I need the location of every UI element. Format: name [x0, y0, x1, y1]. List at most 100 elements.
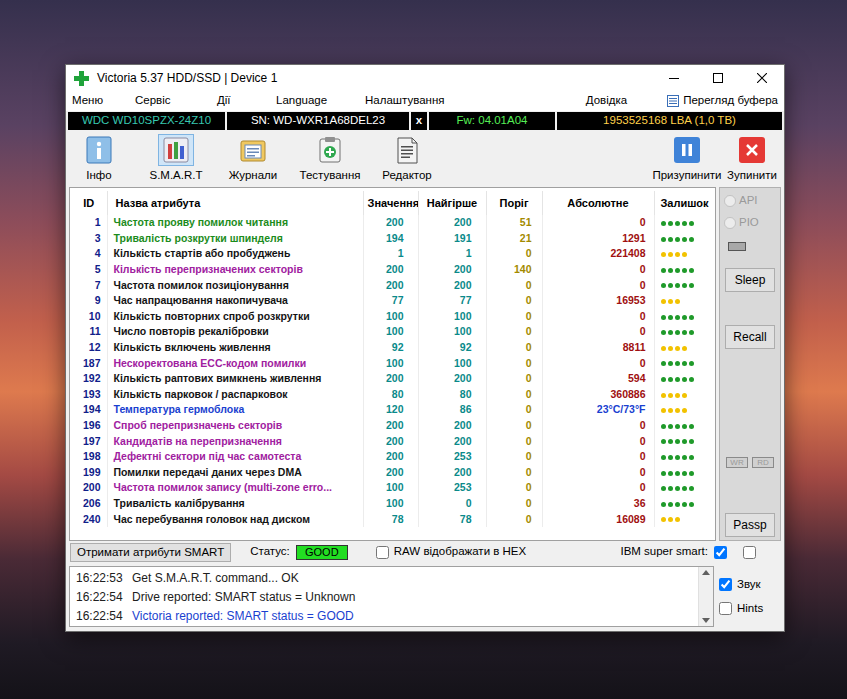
- health-dot: [689, 221, 694, 226]
- hex-label: RAW відображати в HEX: [394, 543, 526, 560]
- toolbar-button[interactable]: Тестування: [297, 134, 363, 183]
- column-header[interactable]: Абсолютне: [542, 191, 654, 215]
- health-dot: [668, 393, 673, 398]
- menu-item[interactable]: Language: [276, 92, 365, 109]
- attribute-raw-cell: 0: [542, 480, 654, 496]
- table-row[interactable]: 200Частота помилок запису (multi-zone er…: [71, 480, 715, 496]
- side-button[interactable]: Sleep: [725, 268, 775, 292]
- column-header[interactable]: ID: [71, 191, 107, 215]
- scroll-down-icon[interactable]: [702, 618, 710, 623]
- column-header[interactable]: Назва атрибута: [107, 191, 363, 215]
- menu-item[interactable]: Меню: [72, 92, 135, 109]
- hex-option[interactable]: RAW відображати в HEX: [376, 543, 526, 560]
- table-row[interactable]: 4Кількість стартів або пробуджень1102214…: [71, 246, 715, 262]
- attribute-value: 100: [363, 309, 418, 325]
- log-scrollbar[interactable]: [698, 567, 713, 626]
- table-row[interactable]: 187Нескоректована ECC-кодом помилки10010…: [71, 355, 715, 371]
- table-row[interactable]: 5Кількість перепризначених секторів20020…: [71, 262, 715, 278]
- attribute-threshold: 0: [486, 402, 542, 418]
- help-menu[interactable]: Довідка: [586, 92, 627, 109]
- attribute-name-cell: Частота помилок позиціонування: [107, 277, 363, 293]
- attribute-raw: 360886: [610, 388, 645, 400]
- log-options: Звук Hints: [719, 566, 781, 627]
- column-header[interactable]: Залишок: [654, 191, 715, 215]
- maximize-icon[interactable]: [696, 65, 740, 91]
- attribute-id: 10: [71, 309, 107, 325]
- menu-item[interactable]: Дії: [217, 92, 276, 109]
- table-row[interactable]: 11Число повторів рекалібровки10010000: [71, 324, 715, 340]
- device-close-button[interactable]: x: [411, 112, 427, 130]
- log-option[interactable]: Hints: [719, 600, 781, 617]
- column-header[interactable]: Значення: [363, 191, 418, 215]
- attribute-raw-cell: 0: [542, 355, 654, 371]
- side-panel: APIPIOSleepRecallWRRDPassp: [719, 187, 781, 541]
- toolbar-button[interactable]: S.M.A.R.T: [143, 134, 209, 183]
- menu-item[interactable]: Налаштування: [365, 92, 444, 109]
- extra-option[interactable]: [743, 546, 756, 559]
- scroll-up-icon[interactable]: [702, 570, 710, 575]
- table-row[interactable]: 7Частота помилок позиціонування20020000: [71, 277, 715, 293]
- health-meter: [661, 455, 694, 460]
- health-meter: [661, 471, 694, 476]
- side-button[interactable]: Recall: [725, 325, 775, 349]
- health-dot: [661, 502, 666, 507]
- table-row[interactable]: 206Тривалість калібрування1000036: [71, 496, 715, 512]
- attribute-raw-cell: 1291: [542, 231, 654, 247]
- passp-button[interactable]: Passp: [725, 513, 775, 537]
- toolbar-label: Редактор: [382, 169, 432, 183]
- health-meter: [661, 237, 694, 242]
- pause-button[interactable]: Призупинити: [651, 134, 723, 183]
- log-option[interactable]: Звук: [719, 576, 781, 593]
- extra-checkbox[interactable]: [743, 546, 756, 559]
- health-dot: [689, 471, 694, 476]
- ibm-option[interactable]: IBM super smart:: [620, 543, 727, 560]
- attribute-raw: 0: [640, 466, 646, 478]
- toolbar-button[interactable]: Інфо: [66, 134, 132, 183]
- column-header[interactable]: Найгірше: [418, 191, 486, 215]
- close-icon[interactable]: [740, 65, 784, 91]
- table-row[interactable]: 196Спроб перепризначень секторів20020000: [71, 418, 715, 434]
- table-row[interactable]: 10Кількість повторних спроб розкрутки100…: [71, 309, 715, 325]
- table-row[interactable]: 3Тривалість розкрутки шпинделя1941912112…: [71, 231, 715, 247]
- option-checkbox[interactable]: [719, 602, 732, 615]
- health-dot: [668, 517, 673, 522]
- menu-item[interactable]: Сервіс: [135, 92, 217, 109]
- health-dot: [668, 471, 673, 476]
- table-row[interactable]: 193Кількість парковок / распарковок80800…: [71, 387, 715, 403]
- attribute-value: 120: [363, 402, 418, 418]
- attribute-name: Частота помилок запису (multi-zone erro.…: [114, 481, 332, 493]
- health-cell: [654, 465, 715, 481]
- device-model[interactable]: WDC WD10SPZX-24Z10: [68, 112, 225, 130]
- desktop: Victoria 5.37 HDD/SSD | Device 1МенюСерв…: [0, 0, 847, 699]
- option-checkbox[interactable]: [719, 578, 732, 591]
- get-smart-button[interactable]: Отримати атрибути SMART: [70, 543, 231, 562]
- stop-button[interactable]: Зупинити: [723, 134, 781, 183]
- table-row[interactable]: 9Час напрацювання накопичувача7777016953: [71, 293, 715, 309]
- table-row[interactable]: 192Кількість раптових вимкнень живлення2…: [71, 371, 715, 387]
- toolbar-right: ПризупинитиЗупинити: [651, 134, 784, 183]
- table-row[interactable]: 198Дефектні сектори під час самотеста200…: [71, 449, 715, 465]
- toolbar-button[interactable]: Журнали: [220, 134, 286, 183]
- table-row[interactable]: 1Частота прояву помилок читання200200510: [71, 215, 715, 231]
- buffer-view[interactable]: Перегляд буфера: [667, 92, 778, 109]
- attribute-name: Тривалість розкрутки шпинделя: [114, 232, 283, 244]
- ibm-checkbox[interactable]: [714, 546, 727, 559]
- health-meter: [661, 393, 687, 398]
- log-area: 16:22:53Get S.M.A.R.T. command... OK16:2…: [66, 563, 784, 629]
- hex-checkbox[interactable]: [376, 546, 389, 559]
- attribute-raw-cell: 0: [542, 277, 654, 293]
- toolbar-button[interactable]: Редактор: [374, 134, 440, 183]
- minimize-icon[interactable]: [652, 65, 696, 91]
- table-row[interactable]: 12Кількість включень живлення929208811: [71, 340, 715, 356]
- attribute-raw: 23°C/73°F: [597, 403, 646, 415]
- attribute-raw-cell: 16953: [542, 293, 654, 309]
- health-cell: [654, 277, 715, 293]
- table-row[interactable]: 194Температура гермоблока12086023°C/73°F: [71, 402, 715, 418]
- column-header[interactable]: Поріг: [486, 191, 542, 215]
- health-cell: [654, 309, 715, 325]
- table-row[interactable]: 197Кандидатів на перепризначення20020000: [71, 433, 715, 449]
- health-dot: [682, 268, 687, 273]
- table-row[interactable]: 199Помилки передачі даних через DMA20020…: [71, 465, 715, 481]
- health-dot: [661, 517, 666, 522]
- table-row[interactable]: 240Час перебування головок над диском787…: [71, 511, 715, 527]
